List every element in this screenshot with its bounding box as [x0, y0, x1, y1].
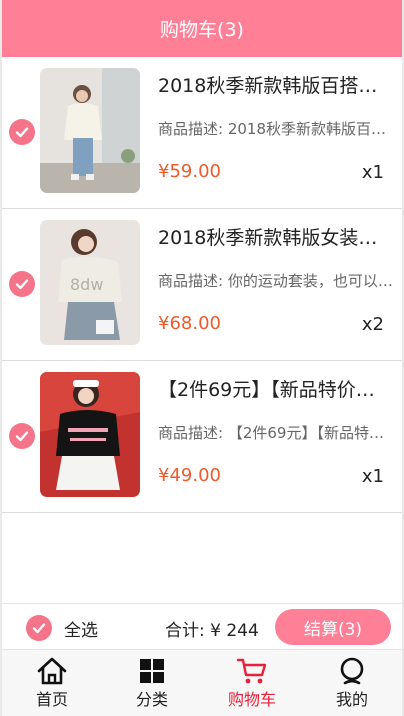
bottom-tab-bar: 首页 分类 购物车 我的 — [2, 649, 402, 716]
checkmark-icon — [32, 623, 46, 634]
svg-text:8dw: 8dw — [70, 275, 103, 294]
product-quantity: x1 — [361, 162, 384, 183]
product-image[interactable]: 8dw — [40, 220, 140, 345]
tab-home[interactable]: 首页 — [2, 650, 102, 716]
cart-item[interactable]: 2018秋季新款韩版百搭宽松长袖外套 商品描述: 2018秋季新款韩版百搭宽松长… — [2, 57, 402, 209]
grid-icon — [140, 659, 164, 683]
checkmark-icon — [15, 279, 29, 290]
tab-label: 我的 — [335, 690, 368, 709]
product-title[interactable]: 【2件69元】【新品特价】短袖T恤 — [158, 375, 380, 402]
tab-cart[interactable]: 购物车 — [202, 650, 302, 716]
tab-label: 分类 — [135, 690, 168, 709]
cart-item[interactable]: 8dw 2018秋季新款韩版女装卫衣运动套装 商品描述: 你的运动套装，也可以很… — [2, 209, 402, 361]
tab-category[interactable]: 分类 — [102, 650, 202, 716]
product-quantity: x2 — [361, 314, 384, 335]
checkmark-icon — [15, 431, 29, 442]
select-all-label[interactable]: 全选 — [64, 616, 98, 641]
cart-footer: 全选 合计: ¥ 244 结算(3) — [2, 603, 402, 649]
product-description: 商品描述: 【2件69元】【新品特价】短袖T恤 — [158, 424, 396, 442]
item-checkbox[interactable] — [9, 271, 35, 297]
cart-item[interactable]: 【2件69元】【新品特价】短袖T恤 商品描述: 【2件69元】【新品特价】短袖T… — [2, 361, 402, 513]
product-title[interactable]: 2018秋季新款韩版百搭宽松长袖外套 — [158, 71, 380, 98]
checkout-button[interactable]: 结算(3) — [275, 609, 391, 645]
product-image[interactable] — [40, 372, 140, 497]
item-checkbox[interactable] — [9, 119, 35, 145]
product-description: 商品描述: 你的运动套装，也可以很时尚 — [158, 272, 396, 290]
total-amount: 合计: ¥ 244 — [165, 621, 259, 641]
page-title: 购物车(3) — [160, 19, 244, 41]
product-price: ¥68.00 — [158, 313, 221, 334]
tab-profile[interactable]: 我的 — [302, 650, 402, 716]
page-header: 购物车(3) — [2, 0, 402, 57]
user-icon — [340, 657, 364, 685]
product-title[interactable]: 2018秋季新款韩版女装卫衣运动套装 — [158, 223, 380, 250]
item-checkbox[interactable] — [9, 423, 35, 449]
checkmark-icon — [15, 127, 29, 138]
cart-list: 2018秋季新款韩版百搭宽松长袖外套 商品描述: 2018秋季新款韩版百搭宽松长… — [2, 57, 402, 513]
product-quantity: x1 — [361, 466, 384, 487]
cart-icon — [236, 658, 267, 684]
product-image[interactable] — [40, 68, 140, 193]
tab-label: 首页 — [35, 690, 68, 709]
product-description: 商品描述: 2018秋季新款韩版百搭宽松长袖外套 — [158, 120, 396, 138]
select-all-checkbox[interactable] — [26, 615, 52, 641]
tab-label: 购物车 — [227, 690, 276, 709]
product-price: ¥49.00 — [158, 465, 221, 486]
product-price: ¥59.00 — [158, 161, 221, 182]
home-icon — [37, 657, 67, 685]
